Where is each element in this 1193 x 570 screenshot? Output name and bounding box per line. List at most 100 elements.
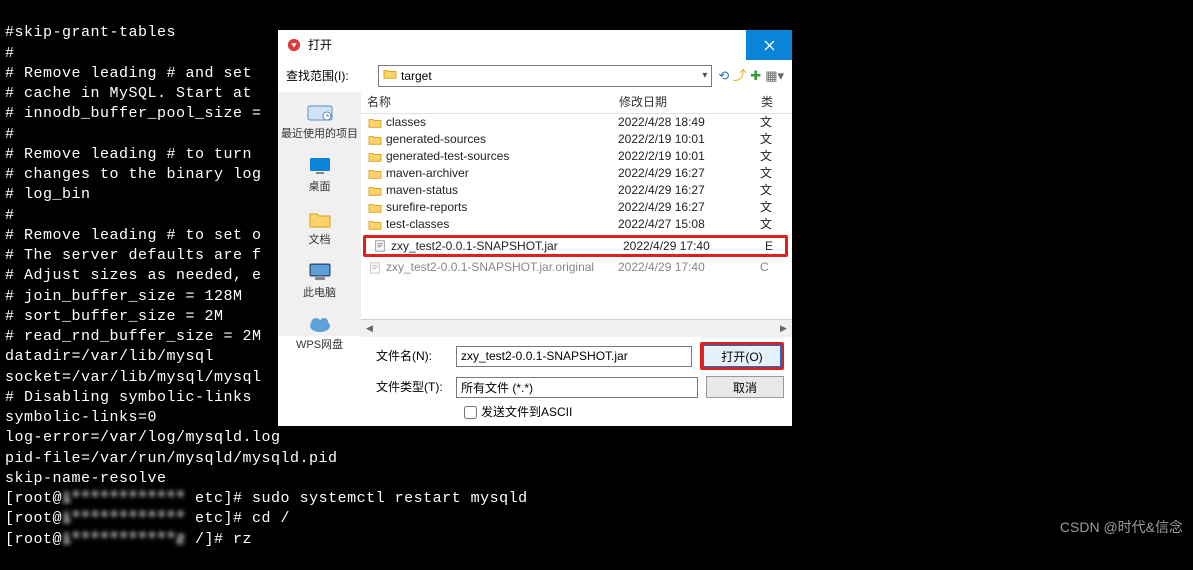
look-in-label: 查找范围(I): [286, 68, 372, 84]
terminal-prompt-line[interactable]: [root@i***********z /]# rz [5, 530, 1188, 550]
file-date: 2022/4/29 16:27 [618, 165, 760, 181]
sidebar-item-thispc[interactable]: 此电脑 [278, 254, 361, 305]
sidebar-item-label: 文档 [309, 233, 331, 248]
chevron-down-icon: ▾ [702, 69, 707, 83]
sidebar-item-label: 桌面 [309, 180, 331, 195]
close-button[interactable] [746, 30, 792, 60]
file-name: maven-status [386, 182, 618, 198]
look-in-value: target [401, 68, 432, 84]
file-row[interactable]: generated-test-sources 2022/2/19 10:01 文 [361, 148, 792, 165]
folder-icon [367, 201, 383, 215]
file-type: 文 [760, 216, 780, 232]
file-date: 2022/2/19 10:01 [618, 131, 760, 147]
look-in-combo[interactable]: target ▾ [378, 65, 712, 87]
folder-icon [367, 133, 383, 147]
file-date: 2022/4/29 16:27 [618, 199, 760, 215]
folder-icon [367, 218, 383, 232]
file-type: C [760, 259, 780, 275]
folder-icon [367, 167, 383, 181]
dialog-titlebar[interactable]: 打开 [278, 30, 792, 60]
sidebar-item-documents[interactable]: 文档 [278, 201, 361, 252]
file-name: test-classes [386, 216, 618, 232]
file-type: E [765, 238, 785, 254]
file-row[interactable]: zxy_test2-0.0.1-SNAPSHOT.jar 2022/4/29 1… [366, 238, 785, 254]
file-date: 2022/4/29 17:40 [618, 259, 760, 275]
file-icon [367, 261, 383, 275]
open-button[interactable]: 打开(O) [703, 345, 781, 367]
highlighted-file-row: zxy_test2-0.0.1-SNAPSHOT.jar 2022/4/29 1… [363, 235, 788, 257]
header-type[interactable]: 类 [761, 94, 781, 110]
file-list-header[interactable]: 名称 修改日期 类 [361, 92, 792, 114]
terminal-line: pid-file=/var/run/mysqld/mysqld.pid [5, 449, 1188, 469]
file-date: 2022/4/28 18:49 [618, 114, 760, 130]
file-row[interactable]: zxy_test2-0.0.1-SNAPSHOT.jar.original 20… [361, 259, 792, 276]
folder-icon [367, 116, 383, 130]
scroll-left-icon[interactable]: ◀ [361, 320, 378, 337]
terminal-prompt-line[interactable]: [root@i************ etc]# cd / [5, 509, 1188, 529]
file-name: surefire-reports [386, 199, 618, 215]
scroll-track[interactable] [378, 320, 775, 337]
header-date[interactable]: 修改日期 [619, 94, 761, 110]
sidebar-item-wps[interactable]: WPS网盘 [278, 306, 361, 357]
folder-icon [367, 184, 383, 198]
sidebar-item-desktop[interactable]: 桌面 [278, 148, 361, 199]
file-date: 2022/2/19 10:01 [618, 148, 760, 164]
terminal-line: log-error=/var/log/mysqld.log [5, 428, 1188, 448]
file-name: generated-test-sources [386, 148, 618, 164]
watermark: CSDN @时代&信念 [1060, 518, 1183, 537]
folder-icon [383, 68, 397, 84]
terminal-prompt-line[interactable]: [root@i************ etc]# sudo systemctl… [5, 489, 1188, 509]
filename-label: 文件名(N): [376, 348, 448, 364]
cloud-icon [303, 310, 337, 338]
terminal-line: skip-name-resolve [5, 469, 1188, 489]
up-icon[interactable]: ⤴ [733, 67, 746, 85]
file-name: classes [386, 114, 618, 130]
toolbar-icons: ⟲ ⤴ ✚ ▦▾ [718, 67, 784, 85]
folder-icon [367, 150, 383, 164]
dialog-title: 打开 [308, 37, 746, 53]
filename-input[interactable] [456, 346, 692, 367]
ascii-checkbox[interactable] [464, 406, 477, 419]
filetype-select[interactable] [456, 377, 698, 398]
file-type: 文 [760, 182, 780, 198]
sidebar-item-label: 最近使用的项目 [281, 127, 358, 142]
header-name[interactable]: 名称 [367, 94, 619, 110]
file-name: generated-sources [386, 131, 618, 147]
desktop-icon [303, 152, 337, 180]
file-date: 2022/4/29 17:40 [623, 238, 765, 254]
new-folder-icon[interactable]: ✚ [750, 67, 761, 85]
places-sidebar: 最近使用的项目 桌面 文档 此电脑 WPS网盘 [278, 92, 361, 336]
file-row[interactable]: surefire-reports 2022/4/29 16:27 文 [361, 199, 792, 216]
recent-icon [303, 99, 337, 127]
ascii-checkbox-label: 发送文件到ASCII [481, 404, 572, 420]
cancel-button[interactable]: 取消 [706, 376, 784, 398]
view-icon[interactable]: ▦▾ [765, 67, 784, 85]
documents-icon [303, 205, 337, 233]
open-file-dialog: 打开 查找范围(I): target ▾ ⟲ ⤴ ✚ ▦▾ 最近使用的项目 [278, 30, 792, 426]
file-row[interactable]: maven-archiver 2022/4/29 16:27 文 [361, 165, 792, 182]
file-name: zxy_test2-0.0.1-SNAPSHOT.jar [391, 238, 623, 254]
horizontal-scrollbar[interactable]: ◀ ▶ [361, 319, 792, 336]
file-type: 文 [760, 148, 780, 164]
file-row[interactable]: classes 2022/4/28 18:49 文 [361, 114, 792, 131]
file-list: 名称 修改日期 类 classes 2022/4/28 18:49 文 gene… [361, 92, 792, 336]
back-icon[interactable]: ⟲ [718, 67, 729, 85]
file-type: 文 [760, 165, 780, 181]
file-type: 文 [760, 131, 780, 147]
look-in-row: 查找范围(I): target ▾ ⟲ ⤴ ✚ ▦▾ [278, 60, 792, 92]
file-type: 文 [760, 114, 780, 130]
close-icon [764, 40, 775, 51]
scroll-right-icon[interactable]: ▶ [775, 320, 792, 337]
file-name: maven-archiver [386, 165, 618, 181]
file-row[interactable]: maven-status 2022/4/29 16:27 文 [361, 182, 792, 199]
file-name: zxy_test2-0.0.1-SNAPSHOT.jar.original [386, 259, 618, 275]
sidebar-item-label: WPS网盘 [296, 338, 343, 353]
app-icon [286, 37, 302, 53]
file-date: 2022/4/29 16:27 [618, 182, 760, 198]
file-row[interactable]: generated-sources 2022/2/19 10:01 文 [361, 131, 792, 148]
sidebar-item-recent[interactable]: 最近使用的项目 [278, 95, 361, 146]
file-type: 文 [760, 199, 780, 215]
file-row[interactable]: test-classes 2022/4/27 15:08 文 [361, 216, 792, 233]
filetype-label: 文件类型(T): [376, 379, 448, 395]
file-icon [372, 239, 388, 253]
